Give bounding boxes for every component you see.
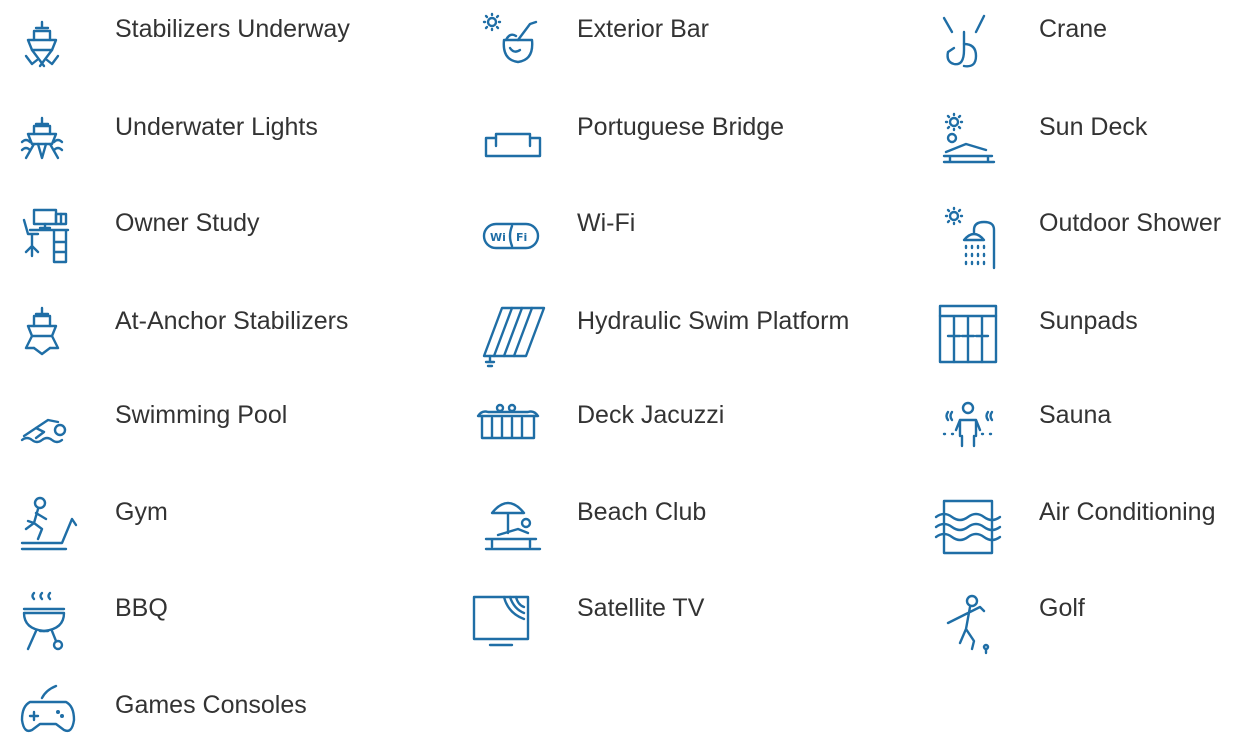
underwater-lights-icon — [20, 116, 64, 160]
amenity-label: Gym — [115, 498, 168, 526]
jacuzzi-icon — [476, 403, 540, 440]
wifi-text-wi: Wi — [490, 231, 506, 244]
game-controller-icon — [20, 684, 76, 733]
grill-icon — [22, 591, 66, 651]
satellite-tv-icon — [472, 595, 530, 647]
amenity-label: Games Consoles — [115, 691, 307, 719]
amenity-label: Deck Jacuzzi — [577, 401, 725, 429]
treadmill-runner-icon — [20, 496, 78, 551]
amenity-label: Stabilizers Underway — [115, 15, 350, 43]
amenity-label: Sunpads — [1039, 307, 1138, 335]
outdoor-shower-icon — [944, 206, 996, 270]
owner-study-icon — [22, 208, 70, 264]
sauna-icon — [942, 401, 994, 448]
crane-hook-icon — [942, 14, 986, 68]
sunpads-icon — [938, 304, 998, 364]
amenity-label: Underwater Lights — [115, 113, 318, 141]
air-conditioning-icon — [934, 499, 1002, 555]
amenity-label: Swimming Pool — [115, 401, 288, 429]
amenity-label: Sauna — [1039, 401, 1112, 429]
amenity-label: Beach Club — [577, 498, 707, 526]
amenity-label: Outdoor Shower — [1039, 209, 1222, 237]
sofa-bridge-icon — [484, 132, 542, 158]
wifi-text-fi: Fi — [516, 231, 527, 244]
amenity-label: At-Anchor Stabilizers — [115, 307, 349, 335]
sun-lounger-icon — [942, 112, 996, 164]
at-anchor-stabilizers-icon — [24, 306, 60, 356]
golfer-icon — [946, 594, 990, 655]
amenity-label: Portuguese Bridge — [577, 113, 785, 141]
amenity-label: Sun Deck — [1039, 113, 1148, 141]
amenity-label: Exterior Bar — [577, 15, 709, 43]
amenity-label: Owner Study — [115, 209, 260, 237]
amenity-label: Golf — [1039, 594, 1085, 622]
swimmer-icon — [20, 418, 67, 444]
coconut-drink-icon — [482, 12, 538, 64]
amenity-label: Satellite TV — [577, 594, 705, 622]
amenity-label: Crane — [1039, 15, 1108, 43]
amenity-label: Wi-Fi — [577, 209, 636, 237]
swim-platform-icon — [482, 306, 546, 368]
wifi-icon: Wi Fi — [482, 222, 540, 250]
ship-stabilizers-icon — [24, 20, 60, 68]
amenity-label: Air Conditioning — [1039, 498, 1216, 526]
amenity-label: Hydraulic Swim Platform — [577, 307, 850, 335]
beach-umbrella-lounger-icon — [484, 501, 542, 551]
amenity-label: BBQ — [115, 594, 168, 622]
